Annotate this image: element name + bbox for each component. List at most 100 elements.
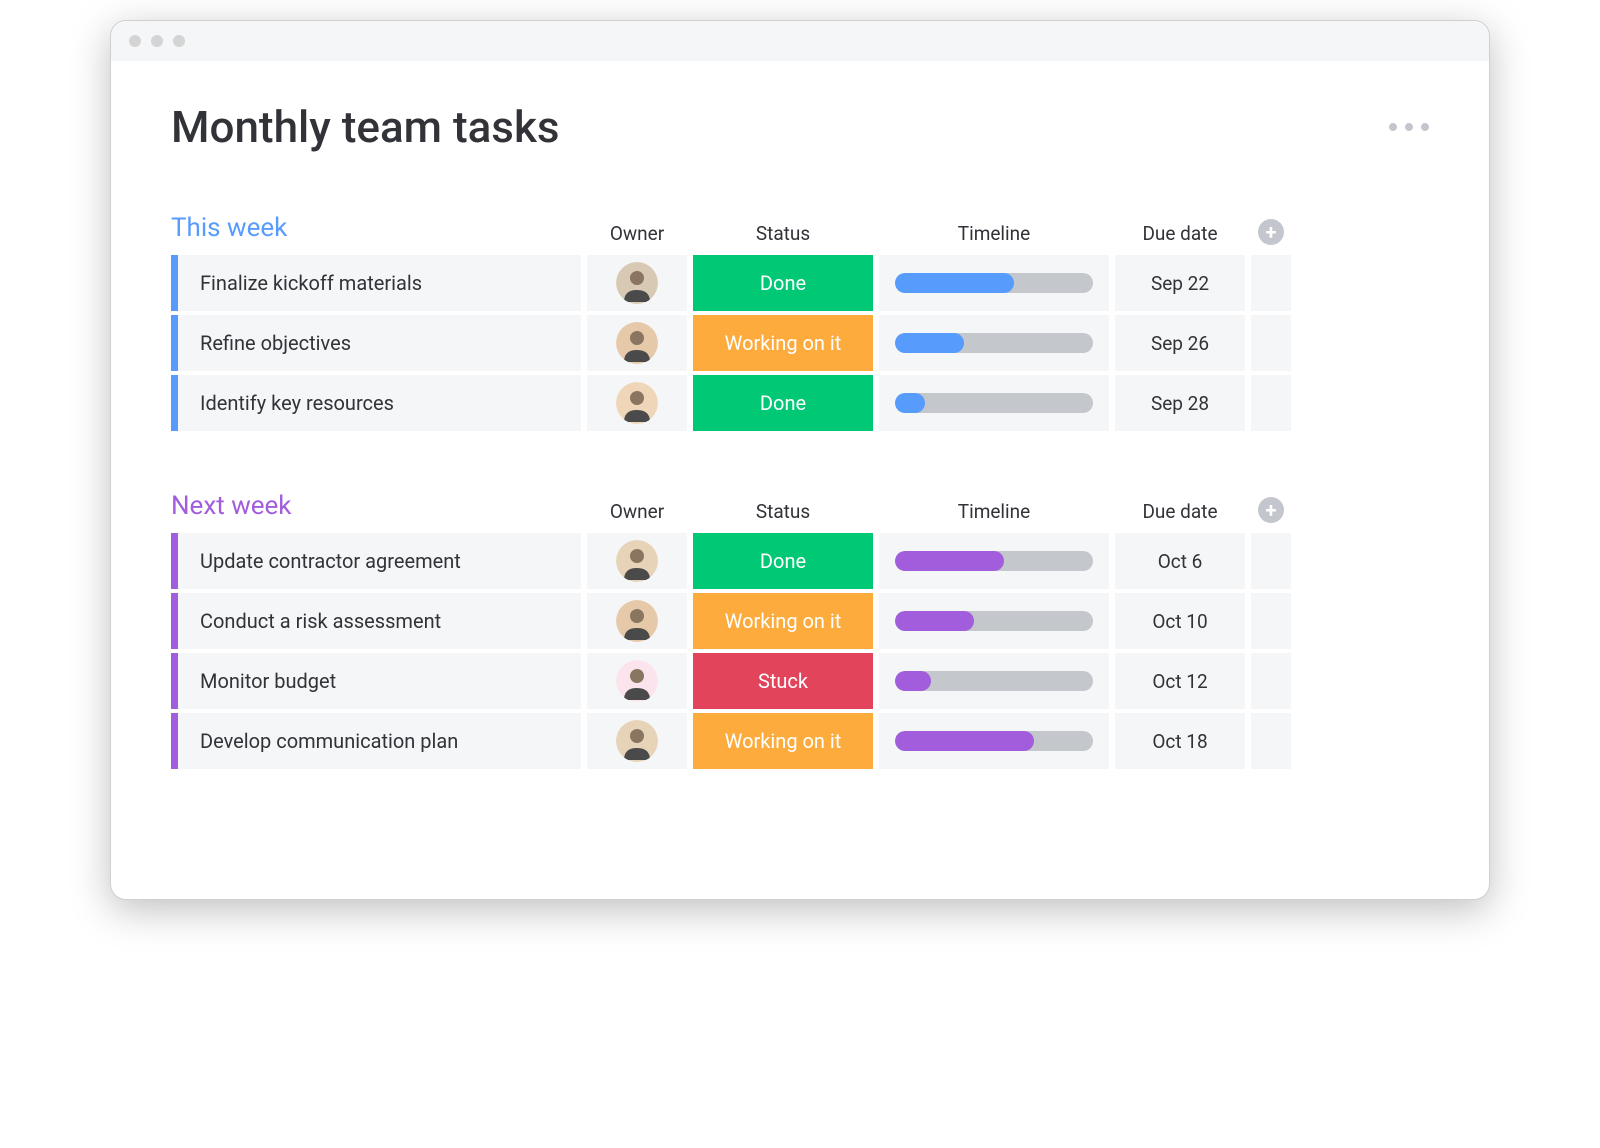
column-header-timeline[interactable]: Timeline — [879, 500, 1109, 523]
timeline-fill — [895, 611, 974, 631]
task-row[interactable]: Finalize kickoff materials Done Sep 22 — [171, 255, 1429, 311]
add-column-button[interactable]: + — [1258, 219, 1284, 245]
owner-cell[interactable] — [587, 315, 687, 371]
timeline-cell[interactable] — [879, 533, 1109, 589]
extra-cell[interactable] — [1251, 255, 1291, 311]
window-maximize-dot[interactable] — [173, 35, 185, 47]
status-cell[interactable]: Working on it — [693, 713, 873, 769]
page-title: Monthly team tasks — [171, 101, 560, 153]
timeline-track — [895, 551, 1093, 571]
task-row[interactable]: Monitor budget Stuck Oct 12 — [171, 653, 1429, 709]
timeline-cell[interactable] — [879, 255, 1109, 311]
task-row[interactable]: Develop communication plan Working on it… — [171, 713, 1429, 769]
timeline-fill — [895, 333, 964, 353]
status-cell[interactable]: Working on it — [693, 593, 873, 649]
column-header-status[interactable]: Status — [693, 222, 873, 245]
group-title[interactable]: This week — [171, 213, 581, 245]
timeline-track — [895, 611, 1093, 631]
column-header-due[interactable]: Due date — [1115, 222, 1245, 245]
task-row[interactable]: Conduct a risk assessment Working on it O… — [171, 593, 1429, 649]
extra-cell[interactable] — [1251, 533, 1291, 589]
due-date-cell[interactable]: Oct 18 — [1115, 713, 1245, 769]
more-options-button[interactable] — [1389, 123, 1429, 131]
avatar[interactable] — [616, 600, 658, 642]
owner-cell[interactable] — [587, 255, 687, 311]
task-row[interactable]: Refine objectives Working on it Sep 26 — [171, 315, 1429, 371]
more-options-icon — [1421, 123, 1429, 131]
status-cell[interactable]: Done — [693, 533, 873, 589]
avatar[interactable] — [616, 720, 658, 762]
avatar[interactable] — [616, 262, 658, 304]
timeline-fill — [895, 551, 1004, 571]
task-name-cell[interactable]: Develop communication plan — [171, 713, 581, 769]
window-titlebar — [111, 21, 1489, 61]
task-name-cell[interactable]: Identify key resources — [171, 375, 581, 431]
avatar[interactable] — [616, 660, 658, 702]
timeline-track — [895, 393, 1093, 413]
task-row[interactable]: Update contractor agreement Done Oct 6 — [171, 533, 1429, 589]
plus-icon: + — [1266, 500, 1277, 520]
avatar[interactable] — [616, 382, 658, 424]
column-header-timeline[interactable]: Timeline — [879, 222, 1109, 245]
extra-cell[interactable] — [1251, 713, 1291, 769]
owner-cell[interactable] — [587, 533, 687, 589]
column-header-owner[interactable]: Owner — [587, 500, 687, 523]
owner-cell[interactable] — [587, 713, 687, 769]
app-window: Monthly team tasks This weekOwnerStatusT… — [110, 20, 1490, 900]
task-name-cell[interactable]: Conduct a risk assessment — [171, 593, 581, 649]
task-group: Next week Owner Status Timeline Due date + Upd… — [171, 491, 1429, 769]
column-header-owner[interactable]: Owner — [587, 222, 687, 245]
extra-cell[interactable] — [1251, 593, 1291, 649]
timeline-cell[interactable] — [879, 375, 1109, 431]
timeline-cell[interactable] — [879, 713, 1109, 769]
avatar[interactable] — [616, 540, 658, 582]
window-minimize-dot[interactable] — [151, 35, 163, 47]
board-header: Monthly team tasks — [171, 101, 1429, 153]
task-name-cell[interactable]: Refine objectives — [171, 315, 581, 371]
window-close-dot[interactable] — [129, 35, 141, 47]
avatar[interactable] — [616, 322, 658, 364]
due-date-cell[interactable]: Sep 26 — [1115, 315, 1245, 371]
owner-cell[interactable] — [587, 593, 687, 649]
task-name-cell[interactable]: Monitor budget — [171, 653, 581, 709]
extra-cell[interactable] — [1251, 375, 1291, 431]
column-header-due[interactable]: Due date — [1115, 500, 1245, 523]
timeline-fill — [895, 393, 925, 413]
column-header-status[interactable]: Status — [693, 500, 873, 523]
due-date-cell[interactable]: Sep 28 — [1115, 375, 1245, 431]
owner-cell[interactable] — [587, 375, 687, 431]
plus-icon: + — [1266, 222, 1277, 242]
timeline-cell[interactable] — [879, 315, 1109, 371]
due-date-cell[interactable]: Oct 10 — [1115, 593, 1245, 649]
timeline-fill — [895, 731, 1034, 751]
task-name-cell[interactable]: Update contractor agreement — [171, 533, 581, 589]
timeline-fill — [895, 671, 931, 691]
status-cell[interactable]: Done — [693, 255, 873, 311]
more-options-icon — [1389, 123, 1397, 131]
more-options-icon — [1405, 123, 1413, 131]
task-group: This week Owner Status Timeline Due date + Fin… — [171, 213, 1429, 431]
group-title[interactable]: Next week — [171, 491, 581, 523]
timeline-track — [895, 731, 1093, 751]
owner-cell[interactable] — [587, 653, 687, 709]
group-header-row: Next week Owner Status Timeline Due date + — [171, 491, 1429, 523]
extra-cell[interactable] — [1251, 315, 1291, 371]
timeline-track — [895, 333, 1093, 353]
task-row[interactable]: Identify key resources Done Sep 28 — [171, 375, 1429, 431]
extra-cell[interactable] — [1251, 653, 1291, 709]
due-date-cell[interactable]: Sep 22 — [1115, 255, 1245, 311]
timeline-fill — [895, 273, 1014, 293]
timeline-cell[interactable] — [879, 593, 1109, 649]
board-content: Monthly team tasks This weekOwnerStatusT… — [111, 61, 1489, 899]
due-date-cell[interactable]: Oct 12 — [1115, 653, 1245, 709]
task-name-cell[interactable]: Finalize kickoff materials — [171, 255, 581, 311]
group-header-row: This week Owner Status Timeline Due date + — [171, 213, 1429, 245]
status-cell[interactable]: Stuck — [693, 653, 873, 709]
timeline-cell[interactable] — [879, 653, 1109, 709]
timeline-track — [895, 273, 1093, 293]
add-column-button[interactable]: + — [1258, 497, 1284, 523]
timeline-track — [895, 671, 1093, 691]
status-cell[interactable]: Done — [693, 375, 873, 431]
due-date-cell[interactable]: Oct 6 — [1115, 533, 1245, 589]
status-cell[interactable]: Working on it — [693, 315, 873, 371]
